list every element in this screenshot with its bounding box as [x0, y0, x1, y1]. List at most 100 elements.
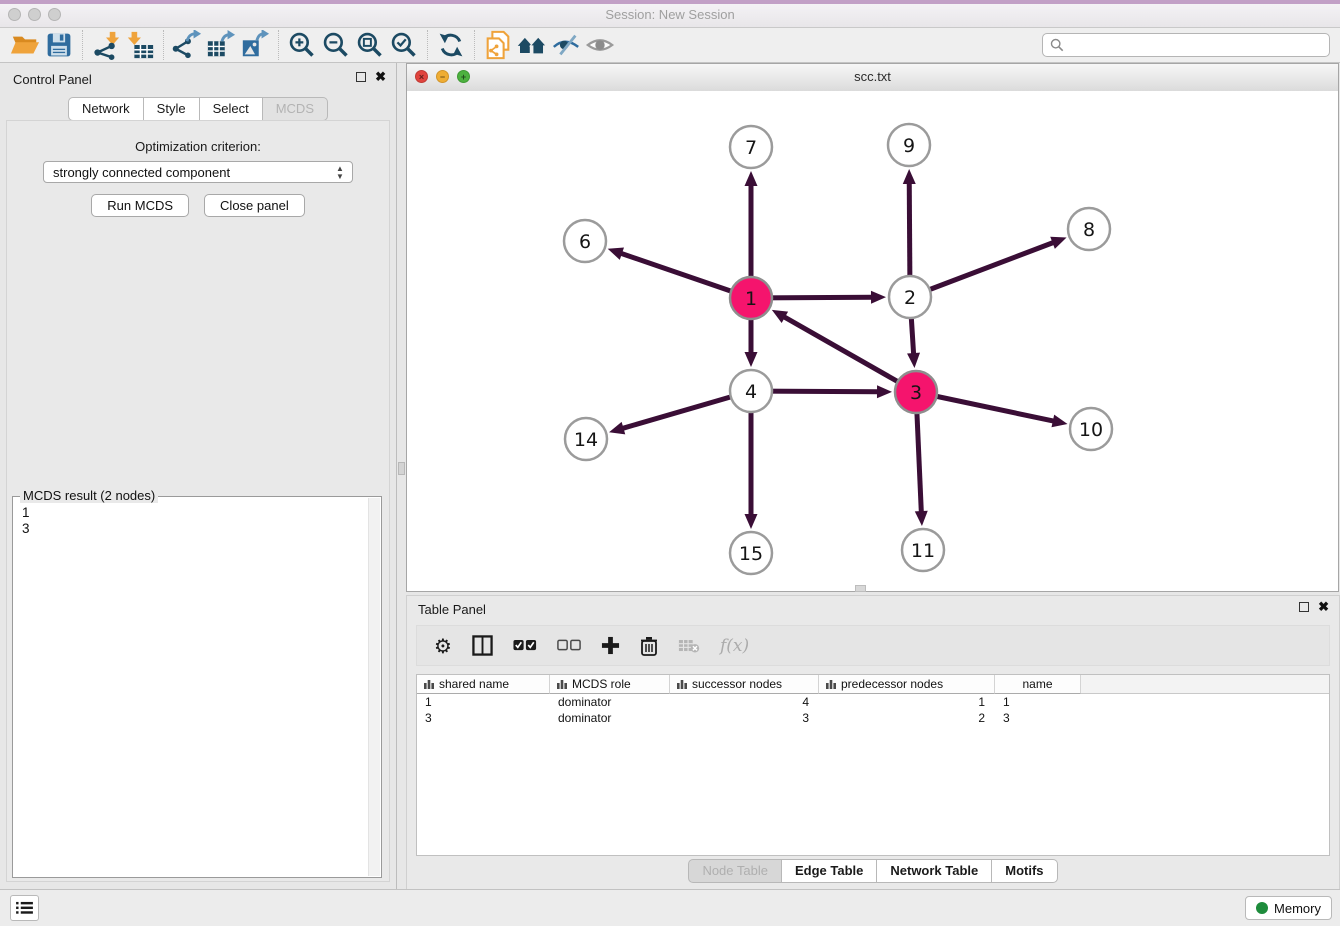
cell: 3 [670, 710, 819, 726]
delete-table-icon [678, 638, 700, 654]
optimization-criterion-select[interactable]: strongly connected component ▲▼ [43, 161, 353, 183]
cell: 3 [995, 710, 1081, 726]
function-icon: f(x) [720, 636, 749, 656]
float-panel-icon[interactable] [1299, 602, 1309, 612]
memory-button[interactable]: Memory [1245, 896, 1332, 920]
table-tabs: Node Table Edge Table Network Table Moti… [407, 859, 1339, 883]
cell: dominator [550, 710, 670, 726]
mcds-result-title: MCDS result (2 nodes) [20, 488, 158, 503]
graph-node-label: 7 [745, 137, 757, 159]
tab-edge-table[interactable]: Edge Table [782, 859, 877, 883]
show-column-button[interactable] [472, 635, 493, 656]
table-row[interactable]: 3dominator323 [417, 710, 1329, 726]
tab-network-table[interactable]: Network Table [877, 859, 992, 883]
show-graphics-details-button[interactable] [583, 29, 617, 61]
select-all-button[interactable] [513, 638, 537, 653]
canvas-divider-handle[interactable] [855, 585, 866, 592]
export-network-button[interactable] [170, 29, 204, 61]
tab-node-table[interactable]: Node Table [688, 859, 782, 883]
table-toolbar: ⚙ [416, 625, 1330, 666]
save-session-button[interactable] [42, 29, 76, 61]
column-label: shared name [439, 677, 509, 691]
clone-network-icon [483, 30, 513, 60]
cell: 4 [670, 694, 819, 710]
save-icon [45, 31, 73, 59]
zoom-selected-button[interactable] [387, 29, 421, 61]
import-network-button[interactable] [89, 29, 123, 61]
control-panel-header: Control Panel ✖ [0, 63, 396, 95]
graph-node-label: 10 [1079, 419, 1103, 441]
export-table-button[interactable] [204, 29, 238, 61]
table-header-row: shared name MCDS role successor nodesprede… [417, 675, 1329, 694]
search-input[interactable] [1068, 37, 1329, 54]
network-graph[interactable]: 7968124314101511 [407, 91, 1338, 591]
memory-status-icon [1256, 902, 1268, 914]
tab-style[interactable]: Style [144, 97, 200, 121]
node-table: shared name MCDS role successor nodesprede… [416, 674, 1330, 856]
column-header-shared-name[interactable]: shared name [417, 675, 550, 694]
network-window-titlebar[interactable]: × − + scc.txt [407, 64, 1338, 92]
column-header-MCDS-role[interactable]: MCDS role [550, 675, 670, 694]
cell: dominator [550, 694, 670, 710]
gear-icon: ⚙ [434, 636, 452, 656]
table-body[interactable]: 1dominator4113dominator323 [417, 694, 1329, 855]
network-window-title: scc.txt [407, 69, 1338, 84]
network-overview-button[interactable] [515, 29, 549, 61]
refresh-layout-button[interactable] [434, 29, 468, 61]
close-panel-icon[interactable]: ✖ [1318, 602, 1329, 612]
result-item: 1 [22, 505, 365, 521]
close-panel-button[interactable]: Close panel [204, 194, 305, 217]
import-table-button[interactable] [123, 29, 157, 61]
tab-select[interactable]: Select [200, 97, 263, 121]
dropdown-stepper-icon: ▲▼ [331, 165, 349, 180]
open-session-button[interactable] [8, 29, 42, 61]
control-panel: Control Panel ✖ Network Style Select MCD… [0, 63, 397, 890]
show-panels-button[interactable] [10, 895, 39, 921]
graph-node-label: 2 [904, 287, 916, 309]
result-item: 3 [22, 521, 365, 537]
table-options-button[interactable]: ⚙ [434, 636, 452, 656]
graph-node-label: 15 [739, 543, 763, 565]
delete-table-button[interactable] [678, 638, 700, 654]
zoom-fit-button[interactable] [353, 29, 387, 61]
hide-graphics-details-button[interactable] [549, 29, 583, 61]
column-header-name[interactable]: name [995, 675, 1081, 694]
result-scrollbar[interactable] [368, 498, 380, 876]
delete-row-button[interactable] [640, 636, 658, 656]
tab-mcds[interactable]: MCDS [263, 97, 328, 121]
table-panel-header: Table Panel ✖ [407, 596, 1339, 628]
column-label: MCDS role [572, 677, 631, 691]
add-row-button[interactable] [601, 636, 620, 655]
table-row[interactable]: 1dominator411 [417, 694, 1329, 710]
optimization-criterion-label: Optimization criterion: [7, 139, 389, 154]
clone-network-button[interactable] [481, 29, 515, 61]
export-network-icon [172, 30, 202, 60]
network-canvas[interactable]: 7968124314101511 [407, 91, 1338, 591]
apply-function-button[interactable]: f(x) [720, 636, 749, 656]
zoom-out-button[interactable] [319, 29, 353, 61]
search-box[interactable] [1042, 33, 1330, 57]
graph-node-label: 8 [1083, 219, 1095, 241]
tab-network[interactable]: Network [68, 97, 144, 121]
window-title: Session: New Session [0, 7, 1340, 22]
memory-label: Memory [1274, 901, 1321, 916]
export-table-icon [206, 30, 236, 60]
column-header-successor-nodes[interactable]: successor nodes [670, 675, 819, 694]
column-type-icon [557, 679, 567, 689]
mcds-panel: Optimization criterion: strongly connect… [6, 120, 390, 882]
export-image-button[interactable] [238, 29, 272, 61]
graph-node-label: 6 [579, 231, 591, 253]
select-all-icon [513, 638, 537, 653]
zoom-out-icon [322, 31, 350, 59]
column-label: name [1022, 677, 1052, 691]
close-panel-icon[interactable]: ✖ [375, 72, 386, 82]
run-mcds-button[interactable]: Run MCDS [91, 194, 189, 217]
toolbar-separator [82, 30, 83, 60]
deselect-all-button[interactable] [557, 638, 581, 653]
graph-node-label: 1 [745, 288, 757, 310]
column-header-predecessor-nodes[interactable]: predecessor nodes [819, 675, 995, 694]
float-panel-icon[interactable] [356, 72, 366, 82]
zoom-in-button[interactable] [285, 29, 319, 61]
tab-motifs[interactable]: Motifs [992, 859, 1057, 883]
panel-divider-handle[interactable] [398, 462, 405, 475]
